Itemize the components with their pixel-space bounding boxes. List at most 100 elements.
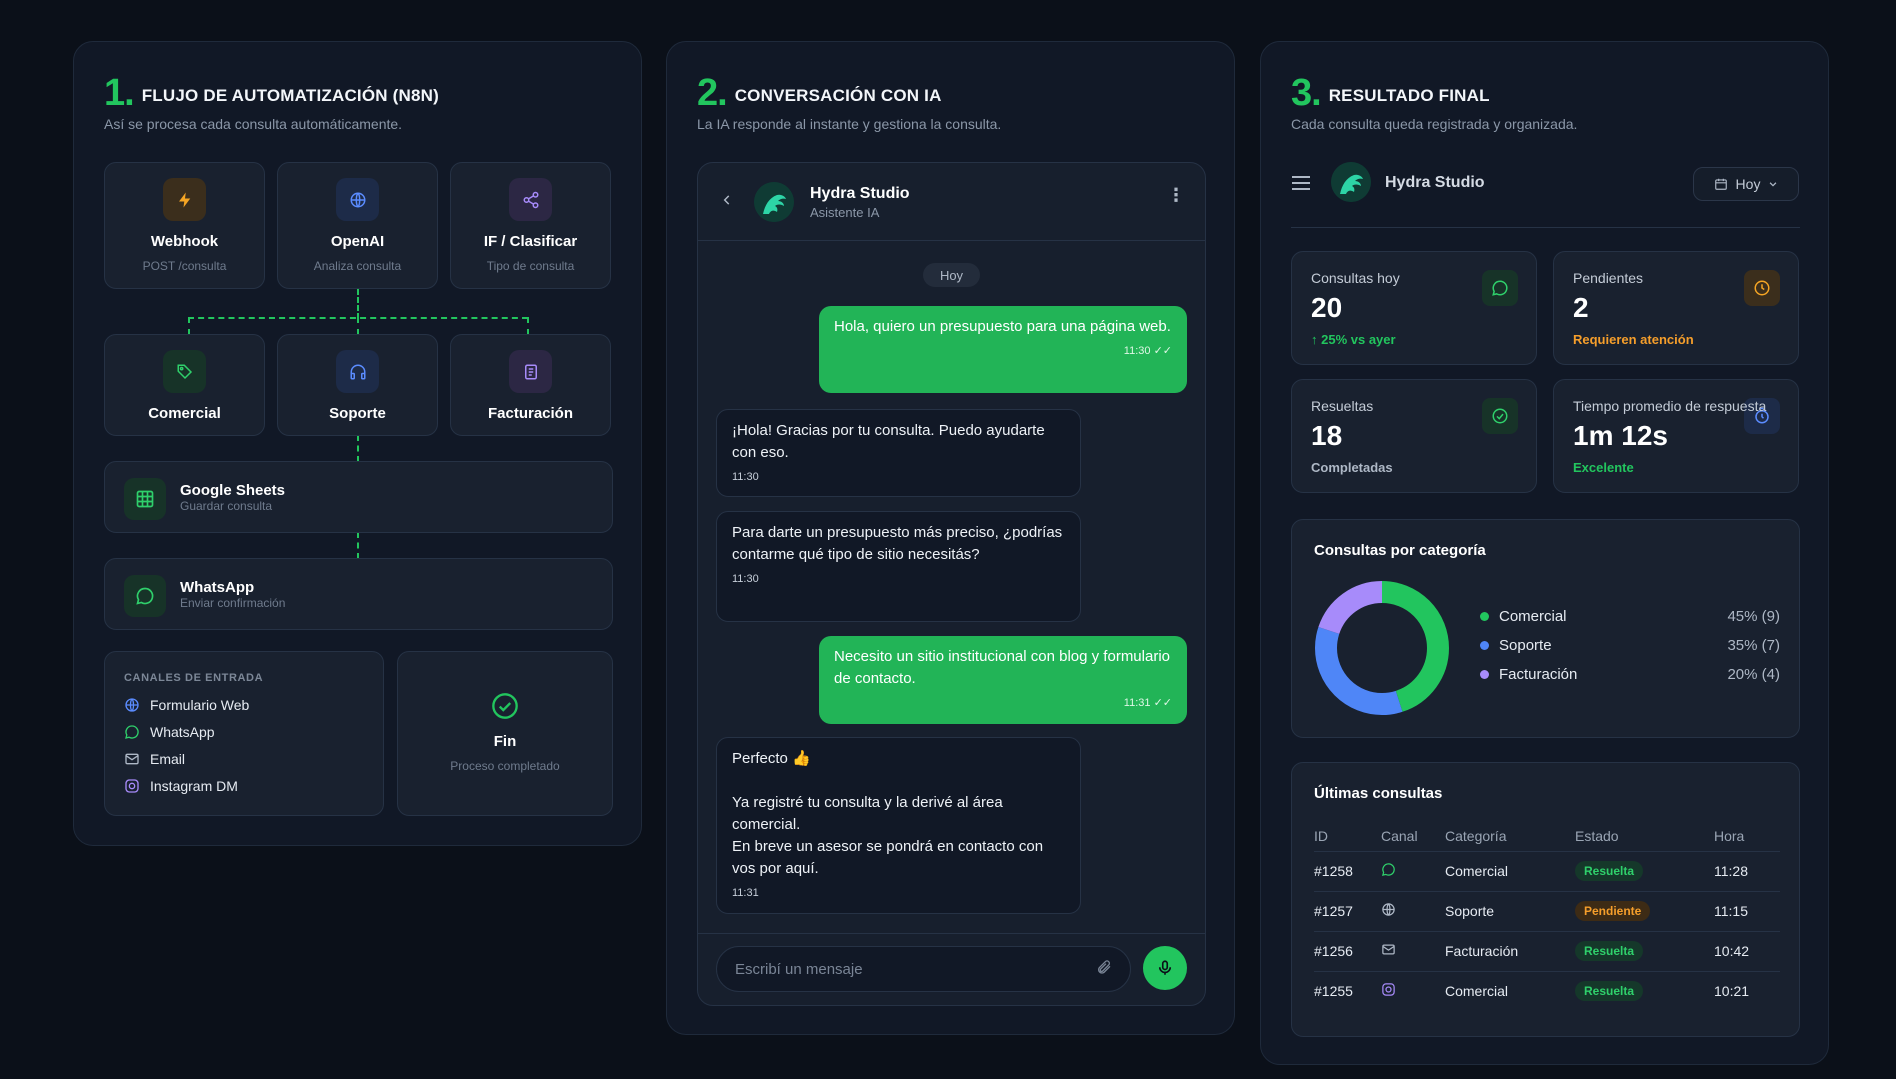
- spreadsheet-icon: [124, 478, 166, 520]
- back-icon[interactable]: [720, 193, 734, 212]
- legend-value: 20% (4): [1727, 666, 1780, 683]
- message-input[interactable]: Escribí un mensaje: [716, 946, 1131, 992]
- chat-header: Hydra Studio Asistente IA ⋮: [698, 163, 1205, 241]
- legend-dot: [1480, 641, 1489, 650]
- message-text: ¡Hola! Gracias por tu consulta. Puedo ay…: [732, 422, 1045, 461]
- cell-time: 11:28: [1714, 850, 1780, 891]
- status-badge: Resuelta: [1575, 861, 1644, 881]
- legend-item: Comercial 45% (9): [1480, 608, 1780, 625]
- channel-label: Formulario Web: [150, 697, 250, 713]
- document-icon: [509, 350, 552, 393]
- stat-value: 20: [1311, 292, 1343, 323]
- table-title: Últimas consultas: [1314, 785, 1443, 802]
- message-text: Perfecto 👍: [732, 750, 811, 767]
- legend-value: 35% (7): [1727, 637, 1780, 654]
- comercial-node[interactable]: Comercial: [104, 334, 265, 436]
- channel-item: Email: [124, 751, 185, 767]
- stat-value: 18: [1311, 420, 1343, 451]
- stat-note: Excelente: [1573, 460, 1634, 475]
- message-time: 11:31 ✓✓: [1123, 697, 1172, 709]
- classify-node[interactable]: IF / Clasificar Tipo de consulta: [450, 162, 611, 289]
- paperclip-icon[interactable]: [1096, 959, 1112, 979]
- soporte-node[interactable]: Soporte: [277, 334, 438, 436]
- table-row[interactable]: #1258 Comercial Resuelta 11:28: [1314, 850, 1780, 891]
- facturacion-node[interactable]: Facturación: [450, 334, 611, 436]
- recent-queries-table: ID Canal Categoría Estado Hora #1258 Com…: [1314, 821, 1780, 1011]
- node-subtitle: Tipo de consulta: [486, 259, 575, 273]
- node-subtitle: Guardar consulta: [180, 499, 273, 513]
- cell-id: #1257: [1314, 890, 1381, 931]
- panel-title: FLUJO DE AUTOMATIZACIÓN (N8N): [141, 86, 440, 105]
- step-number: 2.: [697, 72, 728, 114]
- node-subtitle: Proceso completado: [450, 759, 560, 773]
- donut-chart: [1315, 581, 1449, 715]
- mail-icon: [125, 753, 139, 765]
- share-icon: [509, 178, 552, 221]
- calendar-icon: [1714, 178, 1727, 190]
- whatsapp-node[interactable]: WhatsApp Enviar confirmación: [104, 558, 613, 630]
- message-time: 11:31: [732, 887, 759, 899]
- chevron-down-icon: [1770, 182, 1777, 187]
- col-header: Canal: [1381, 827, 1418, 844]
- connector-line: [357, 317, 359, 335]
- node-subtitle: POST /consulta: [142, 259, 227, 273]
- message-outgoing: Hola, quiero un presupuesto para una pág…: [819, 306, 1187, 393]
- check-circle-icon: [491, 692, 519, 725]
- end-node[interactable]: Fin Proceso completado: [397, 651, 613, 816]
- whatsapp-icon: [124, 575, 166, 617]
- stat-value: 1m 12s: [1573, 420, 1668, 451]
- connector-line: [357, 435, 359, 462]
- stat-value: 2: [1573, 292, 1589, 323]
- panel-title: RESULTADO FINAL: [1328, 86, 1490, 105]
- col-header: Categoría: [1445, 827, 1507, 844]
- message-time: 11:30: [732, 471, 759, 483]
- mic-button[interactable]: [1143, 946, 1187, 990]
- date-filter-dropdown[interactable]: Hoy: [1693, 167, 1799, 201]
- stat-label: Consultas hoy: [1311, 270, 1400, 286]
- legend-dot: [1480, 612, 1489, 621]
- stat-card-resueltas: Resueltas 18 Completadas: [1291, 379, 1537, 493]
- node-title: Soporte: [329, 405, 386, 422]
- category-chart-card: Consultas por categoría Comercial 45% (9)…: [1291, 519, 1800, 738]
- openai-node[interactable]: OpenAI Analiza consulta: [277, 162, 438, 289]
- avatar: [754, 182, 794, 222]
- col-header: ID: [1314, 827, 1328, 844]
- divider: [1291, 227, 1800, 228]
- google-sheets-node[interactable]: Google Sheets Guardar consulta: [104, 461, 613, 533]
- stat-label: Tiempo promedio de respuesta: [1573, 398, 1767, 414]
- channels-title: CANALES DE ENTRADA: [124, 672, 264, 684]
- message-time: 11:30 ✓✓: [1123, 345, 1172, 357]
- webhook-node[interactable]: Webhook POST /consulta: [104, 162, 265, 289]
- message-text: Necesito un sitio institucional con blog…: [834, 648, 1170, 687]
- panel-subtitle: Así se procesa cada consulta automáticam…: [104, 116, 403, 132]
- legend-label: Comercial: [1499, 608, 1567, 625]
- whatsapp-icon: [125, 725, 139, 739]
- stat-card-pendientes: Pendientes 2 Requieren atención: [1553, 251, 1799, 365]
- menu-icon[interactable]: [1291, 174, 1311, 197]
- brand-name: Hydra Studio: [1385, 174, 1485, 191]
- message-incoming: Para darte un presupuesto más preciso, ¿…: [716, 511, 1081, 622]
- status-badge: Resuelta: [1575, 981, 1644, 1002]
- cell-category: Comercial: [1445, 970, 1575, 1011]
- globe-icon: [336, 178, 379, 221]
- chat-contact-name: Hydra Studio: [810, 185, 910, 202]
- message-text: Para darte un presupuesto más preciso, ¿…: [732, 524, 1063, 563]
- node-title: IF / Clasificar: [483, 233, 578, 250]
- stat-label: Pendientes: [1573, 270, 1644, 286]
- connector-line: [357, 532, 359, 559]
- table-row[interactable]: #1257 Soporte Pendiente 11:15: [1314, 890, 1780, 931]
- table-row[interactable]: #1255 Comercial Resuelta 10:21: [1314, 970, 1780, 1011]
- conversation-panel: 2. CONVERSACIÓN CON IA La IA responde al …: [666, 41, 1235, 1035]
- col-header: Hora: [1714, 827, 1745, 844]
- more-options-icon[interactable]: ⋮: [1167, 186, 1185, 204]
- stat-label: Resueltas: [1311, 398, 1374, 414]
- panel-header: 2. CONVERSACIÓN CON IA: [697, 72, 942, 115]
- legend-dot: [1480, 670, 1489, 679]
- stat-note: ↑ 25% vs ayer: [1311, 332, 1396, 347]
- message-time: 11:30: [732, 573, 759, 585]
- node-subtitle: Analiza consulta: [313, 259, 402, 273]
- legend-item: Soporte 35% (7): [1480, 637, 1780, 654]
- node-title: Webhook: [150, 233, 219, 250]
- legend-label: Facturación: [1499, 666, 1578, 683]
- table-row[interactable]: #1256 Facturación Resuelta 10:42: [1314, 930, 1780, 971]
